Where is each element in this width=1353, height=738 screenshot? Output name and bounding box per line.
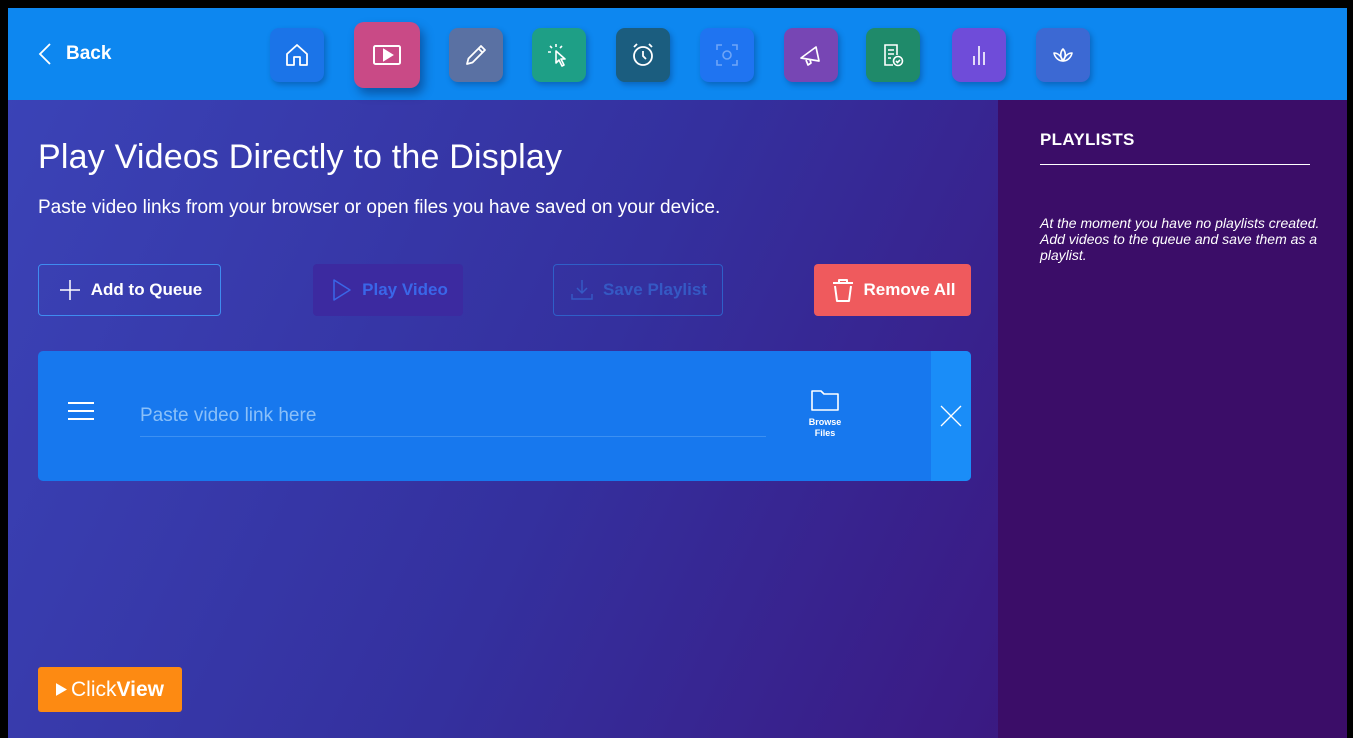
pointer-click-icon [548, 44, 566, 67]
document-check-icon [884, 44, 904, 67]
trash-icon [832, 279, 853, 302]
playlists-sidebar: PLAYLISTS At the moment you have no play… [998, 100, 1347, 738]
video-play-icon [373, 45, 401, 65]
playlists-heading: PLAYLISTS [1040, 130, 1135, 149]
chevron-left-icon [38, 43, 51, 65]
page-title: Play Videos Directly to the Display [38, 138, 563, 176]
tool-announce-button[interactable] [784, 28, 838, 82]
close-icon [940, 405, 962, 427]
screen-capture-icon [716, 44, 738, 66]
tool-timer-button[interactable] [616, 28, 670, 82]
megaphone-icon [800, 46, 820, 66]
logo-text-view: View [116, 677, 164, 701]
top-toolbar: Back [8, 8, 1347, 100]
remove-item-button[interactable] [931, 351, 971, 481]
sidebar-divider [1040, 164, 1310, 165]
browse-label-line2: Files [814, 428, 836, 438]
add-to-queue-label: Add to Queue [90, 280, 203, 299]
home-icon [286, 44, 308, 66]
pencil-icon [466, 45, 486, 65]
browse-label-line1: Browse [808, 417, 842, 427]
download-icon [571, 280, 593, 300]
save-playlist-label: Save Playlist [603, 280, 707, 299]
folder-icon [811, 390, 839, 411]
add-to-queue-button[interactable]: Add to Queue [38, 264, 221, 316]
tool-draw-button[interactable] [449, 28, 503, 82]
lotus-icon [1053, 48, 1073, 62]
alarm-clock-icon [633, 43, 653, 66]
tool-video-button[interactable] [354, 22, 420, 88]
remove-all-button[interactable]: Remove All [814, 264, 971, 316]
play-icon [333, 279, 351, 301]
tool-wellbeing-button[interactable] [1036, 28, 1090, 82]
tool-interact-button[interactable] [532, 28, 586, 82]
clickview-logo: ClickView [38, 667, 182, 712]
playlists-empty-message: At the moment you have no playlists crea… [1040, 215, 1320, 263]
video-link-input[interactable] [140, 395, 766, 437]
app-frame: Back Play Videos Directly to the Display… [8, 8, 1347, 738]
save-playlist-button[interactable]: Save Playlist [553, 264, 723, 316]
play-video-label: Play Video [362, 280, 448, 299]
queue-item-card: Browse Files [38, 351, 971, 481]
bar-levels-icon [973, 46, 985, 65]
back-label: Back [66, 43, 112, 64]
play-video-button[interactable]: Play Video [313, 264, 463, 316]
tool-home-button[interactable] [270, 28, 324, 82]
remove-all-label: Remove All [863, 280, 956, 299]
tool-levels-button[interactable] [952, 28, 1006, 82]
drag-handle-icon[interactable] [68, 402, 94, 422]
logo-text-click: Click [71, 677, 117, 701]
back-button[interactable]: Back [38, 42, 111, 66]
tool-quiz-button[interactable] [866, 28, 920, 82]
page-subtitle: Paste video links from your browser or o… [38, 197, 721, 218]
browse-files-button[interactable]: Browse Files [800, 387, 850, 439]
tool-capture-button[interactable] [700, 28, 754, 82]
plus-icon [59, 280, 80, 300]
play-triangle-icon [56, 683, 67, 696]
